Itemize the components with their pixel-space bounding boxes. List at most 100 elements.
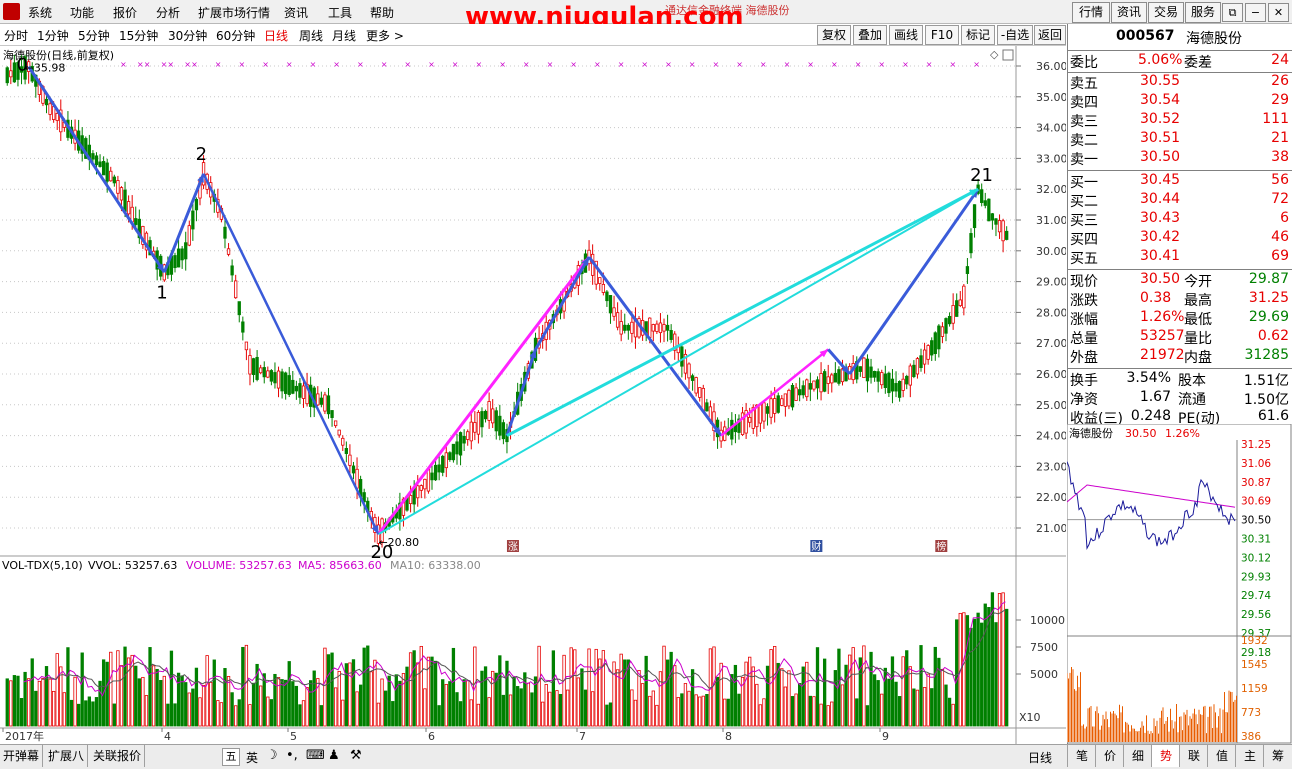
mini-price-label: 29.74: [1241, 590, 1271, 602]
candle-body: [501, 422, 506, 440]
marker-cross: ×: [594, 60, 601, 69]
right-tab[interactable]: 势: [1151, 745, 1180, 767]
menu-tools[interactable]: 工具: [328, 4, 352, 21]
ime-icon[interactable]: 五: [222, 748, 240, 766]
candle-body: [912, 364, 916, 378]
candle-body: [965, 266, 970, 274]
marker-cross: ×: [262, 60, 269, 69]
volume-bar: [37, 680, 42, 727]
candle-body: [184, 242, 188, 260]
intraday-mini-chart[interactable]: 海德股份 30.50 1.26% 31.25 31.06 30.87 30.69 30.50 3…: [1067, 424, 1292, 744]
news-button[interactable]: 资讯: [1111, 2, 1147, 23]
candle-body: [448, 452, 452, 460]
volume-bar: [226, 676, 231, 727]
volume-bar: [808, 695, 813, 727]
candle-body: [694, 377, 698, 394]
candle-body: [44, 98, 49, 106]
trade-button[interactable]: 交易: [1148, 2, 1184, 23]
ask-price: 30.50: [1140, 149, 1181, 165]
volume-bar: [294, 685, 299, 727]
volume-bar: [27, 678, 31, 727]
stat-label: 量比: [1184, 331, 1212, 347]
service-button[interactable]: 服务: [1185, 2, 1221, 23]
marker-cross: ×: [902, 60, 909, 69]
ask-price: 30.51: [1140, 130, 1181, 146]
extended-tab[interactable]: 扩展八: [45, 745, 89, 767]
close-icon[interactable]: ✕: [1268, 3, 1289, 22]
volume-bar: [408, 652, 413, 727]
volume-bar: [844, 664, 848, 727]
minimize-icon[interactable]: −: [1245, 3, 1266, 22]
volume-bar: [851, 647, 855, 727]
price-axis-label: 30.00: [1036, 245, 1066, 258]
volume-bar: [601, 650, 605, 727]
candle-body: [669, 330, 673, 340]
skin-icon[interactable]: ♟: [328, 748, 340, 763]
candle-body: [812, 380, 816, 390]
volume-bar: [783, 686, 788, 727]
volume-bar: [612, 661, 616, 727]
related-quote-tab[interactable]: 关联报价: [90, 745, 146, 767]
volume-bar: [94, 697, 99, 727]
wave-line: [587, 256, 723, 437]
menu-function[interactable]: 功能: [70, 4, 94, 21]
candle-body: [226, 248, 231, 255]
marker-cross: ×: [807, 60, 814, 69]
danmaku-tab[interactable]: 开弹幕: [0, 745, 44, 767]
marker-cross: ×: [760, 60, 767, 69]
marker-cross: ×: [926, 60, 933, 69]
candle-body: [987, 198, 991, 222]
right-tab[interactable]: 联: [1179, 745, 1208, 767]
menu-help[interactable]: 帮助: [370, 4, 394, 21]
volume-bar: [144, 695, 149, 727]
volume-bar: [955, 619, 959, 727]
stat-value: 21972: [1140, 347, 1185, 363]
period-footer: 日线: [1028, 751, 1053, 765]
candle-body: [937, 325, 941, 350]
dot-icon[interactable]: •,: [286, 748, 298, 763]
moon-icon[interactable]: ☽: [266, 748, 278, 763]
menu-quote[interactable]: 报价: [113, 4, 137, 21]
candle-body: [619, 321, 623, 335]
price-axis-label: 27.00: [1036, 337, 1066, 350]
candle-body: [458, 432, 463, 456]
stat-label: 外盘: [1070, 350, 1098, 366]
volume-bar: [476, 703, 481, 727]
candle-body: [758, 404, 763, 424]
menu-news[interactable]: 资讯: [284, 4, 308, 21]
menu-extended-market[interactable]: 扩展市场行情: [198, 4, 270, 21]
stat-value: 29.69: [1248, 309, 1289, 325]
right-tab[interactable]: 主: [1235, 745, 1264, 767]
stat-value: 1.50亿: [1243, 392, 1289, 408]
right-tab[interactable]: 细: [1123, 745, 1152, 767]
volume-bar: [865, 705, 870, 727]
volume-bar: [580, 668, 584, 727]
mini-price-label: 31.25: [1241, 439, 1271, 451]
kline-chart[interactable]: 海德股份(日线,前复权) ◇ × × × × × × × × × × × × × × × × × × × × × × × × × ×…: [0, 24, 1066, 744]
volume-bar: [412, 650, 416, 727]
candle-body: [473, 422, 477, 433]
right-tab[interactable]: 值: [1207, 745, 1236, 767]
restore-icon[interactable]: ⧉: [1222, 3, 1243, 22]
right-tab[interactable]: 价: [1095, 745, 1124, 767]
volume-bar: [216, 700, 220, 727]
volume-bar: [9, 680, 13, 727]
menu-system[interactable]: 系统: [28, 4, 52, 21]
marker-cross: ×: [665, 60, 672, 69]
volume-bar: [780, 668, 784, 727]
volume-bar: [141, 676, 145, 727]
right-tab[interactable]: 筹: [1263, 745, 1292, 767]
settings-icon[interactable]: ⚒: [350, 748, 362, 763]
menu-analysis[interactable]: 分析: [156, 4, 180, 21]
keyboard-icon[interactable]: ⌨: [306, 748, 325, 763]
candle-body: [426, 469, 431, 492]
mini-price-label: 31.06: [1241, 458, 1271, 470]
candle-body: [284, 372, 288, 394]
volume-bar: [951, 703, 955, 727]
right-tab[interactable]: 笔: [1067, 745, 1096, 767]
price-axis-label: 24.00: [1036, 430, 1066, 443]
volume-bar: [248, 704, 252, 727]
ime-english[interactable]: 英: [246, 749, 258, 766]
market-button[interactable]: 行情: [1072, 2, 1110, 23]
volume-bar: [30, 658, 34, 727]
